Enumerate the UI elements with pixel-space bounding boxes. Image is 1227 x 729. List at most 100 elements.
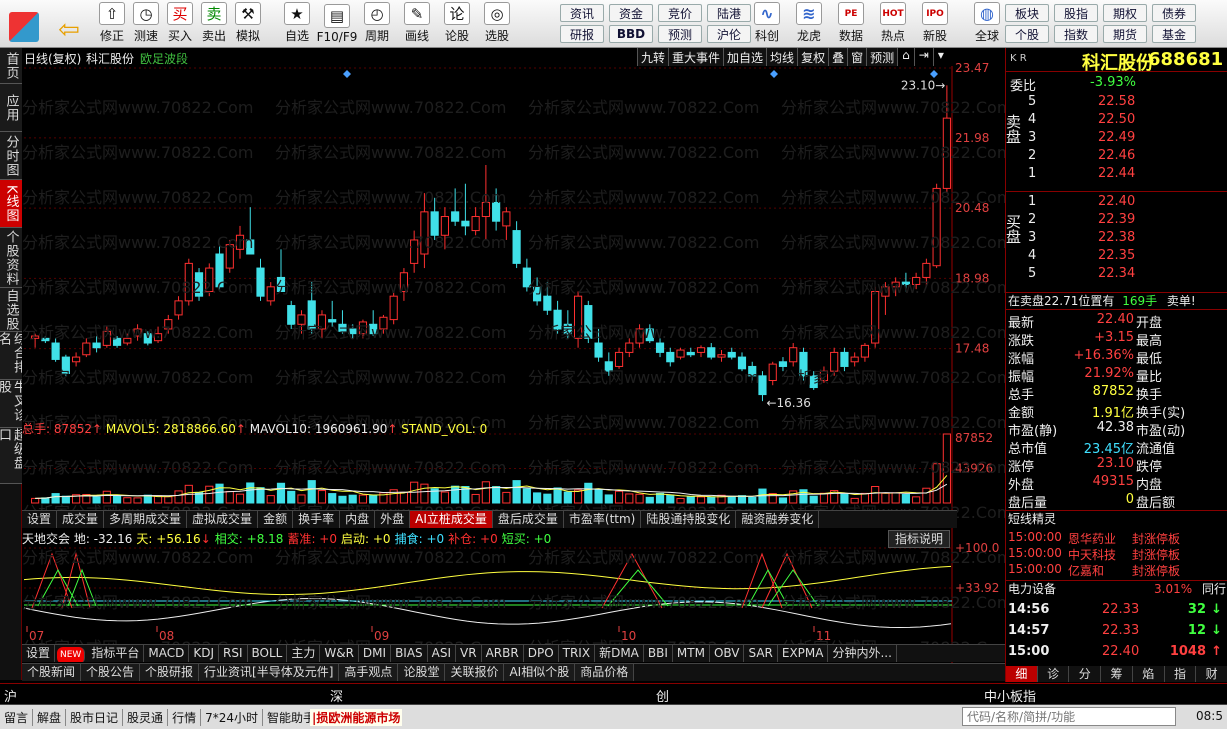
chart-button[interactable]: ∿ 科创 [748,2,786,46]
document-button[interactable]: ▤ F10/F9 [317,2,357,46]
indicator-tab[interactable]: BIAS [391,645,428,662]
news-tab[interactable]: 论股堂 [398,664,446,681]
bottom-link[interactable]: 股灵通 [123,709,169,726]
discuss-button[interactable]: 论论股 [438,2,476,46]
volume-tab[interactable]: 金额 [258,511,294,528]
indicator-tab[interactable]: W&R [320,645,359,662]
left-nav-item[interactable]: 应用 [0,84,22,132]
toolbar-small-button[interactable]: 资金 [609,4,653,22]
news-tab[interactable]: 行业资讯[半导体及元件] [199,664,340,681]
hammer-button[interactable]: ⚒ 模拟 [232,2,264,46]
indicator-tab[interactable]: VR [456,645,482,662]
period-button[interactable]: ◴ 周期 [358,2,396,46]
volume-tab[interactable]: 外盘 [375,511,411,528]
indicator-tab[interactable]: OBV [710,645,745,662]
buy-level[interactable]: 4 22.35 [1006,248,1227,266]
left-nav-item[interactable]: 分时图 [0,132,22,180]
indicator-tab[interactable]: TRIX [559,645,596,662]
left-nav-item[interactable]: 综合排名 [0,332,26,380]
event-marker-icon[interactable] [930,70,938,78]
sell-button[interactable]: 卖卖出 [198,2,230,46]
app-logo[interactable] [6,2,42,46]
indicator-tab[interactable]: ARBR [482,645,524,662]
toolbar-small-button[interactable]: 期货 [1103,25,1147,43]
indicator-tab[interactable]: 分钟内外... [828,645,897,662]
market-cy[interactable]: 创 [656,686,669,705]
buy-level[interactable]: 5 22.34 [1006,266,1227,284]
right-tab[interactable]: 诊 [1038,666,1070,682]
toolbar-small-button[interactable]: 资讯 [560,4,604,22]
search-input[interactable] [962,707,1176,726]
sell-level[interactable]: 1 22.44 [1006,166,1227,184]
ipo-button[interactable]: IPO 新股 [916,2,954,46]
bottom-link[interactable]: 行情 [168,709,202,726]
toolbar-small-button[interactable]: 期权 [1103,4,1147,22]
toolbar-small-button[interactable]: 板块 [1005,4,1049,22]
toolbar-small-button[interactable]: 基金 [1152,25,1196,43]
buy-level[interactable]: 3 22.38 [1006,230,1227,248]
sell-level[interactable]: 3 22.49 [1006,130,1227,148]
volume-tab[interactable]: 多周期成交量 [104,511,188,528]
news-tab[interactable]: 个股公告 [81,664,141,681]
news-tab[interactable]: AI相似个股 [504,664,576,681]
indicator-tab[interactable]: ASI [428,645,457,662]
toolbar-small-button[interactable]: BBD [609,25,653,43]
toolbar-small-button[interactable]: 股指 [1054,4,1098,22]
volume-tab[interactable]: 内盘 [340,511,376,528]
hot-button[interactable]: HOT 热点 [874,2,912,46]
globe-button[interactable]: ◍ 全球 [968,2,1006,46]
back-button[interactable]: ⇦ [54,2,84,46]
stock-picker-button[interactable]: ◎ 选股 [478,2,516,46]
volume-tab[interactable]: 融资融券变化 [736,511,820,528]
event-marker-icon[interactable] [770,70,778,78]
toolbar-small-button[interactable]: 沪伦 [707,25,751,43]
toolbar-small-button[interactable]: 个股 [1005,25,1049,43]
event-marker-icon[interactable] [343,70,351,78]
toolbar-small-button[interactable]: 竞价 [658,4,702,22]
toolbar-small-button[interactable]: 指数 [1054,25,1098,43]
indicator-tab[interactable]: KDJ [189,645,219,662]
indicator-tab[interactable]: DPO [524,645,559,662]
news-tab[interactable]: 个股研报 [140,664,200,681]
indicator-tab[interactable]: NEW [57,647,86,662]
board-index[interactable]: 中小板指 [984,686,1036,705]
left-nav-item[interactable]: K线图 [0,180,22,228]
toolbar-small-button[interactable]: 预测 [658,25,702,43]
sell-level[interactable]: 4 22.50 [1006,112,1227,130]
indicator-tab[interactable]: 新DMA [595,645,644,662]
left-nav-item[interactable]: 超级盘口 [0,428,26,484]
bottom-link[interactable]: 留言 [0,709,34,726]
market-sz[interactable]: 深 [330,686,343,705]
market-sh[interactable]: 沪 [4,686,17,705]
indicator-tab[interactable]: SAR [744,645,778,662]
news-tab[interactable]: 高手观点 [339,664,399,681]
volume-tab[interactable]: 盘后成交量 [493,511,564,528]
indicator-tab[interactable]: DMI [359,645,392,662]
news-tab[interactable]: 个股新闻 [22,664,82,681]
indicator-tab[interactable]: MTM [673,645,710,662]
toolbar-small-button[interactable]: 债券 [1152,4,1196,22]
left-nav-item[interactable]: 自选股 [0,288,22,332]
volume-tab[interactable]: 设置 [22,511,58,528]
left-nav-item[interactable]: 牛叉诊股 [0,380,26,428]
indicator-tab[interactable]: EXPMA [778,645,829,662]
left-nav-item[interactable]: 首页 [0,48,22,84]
news-ticker[interactable]: |损欧洲能源市场 [310,709,403,726]
pencil-button[interactable]: ✎ 画线 [398,2,436,46]
indicator-tab[interactable]: 主力 [287,645,321,662]
indicator-tab[interactable]: MACD [144,645,190,662]
right-tab[interactable]: 筹 [1101,666,1133,682]
bottom-link[interactable]: 股市日记 [66,709,124,726]
indicator-tab[interactable]: BBI [644,645,673,662]
up-arrow-button[interactable]: ⇧ 修正 [96,2,128,46]
indicator-tab[interactable]: RSI [219,645,248,662]
right-tab[interactable]: 焰 [1133,666,1165,682]
volume-tab[interactable]: 换手率 [293,511,341,528]
left-nav-item[interactable]: 个股资料 [0,228,22,288]
short-item[interactable]: 15:00:00 亿嘉和 封涨停板 [1006,562,1227,580]
buy-level[interactable]: 2 22.39 [1006,212,1227,230]
volume-tab[interactable]: AI立桩成交量 [410,511,493,528]
indicator-explain-button[interactable]: 指标说明 [888,530,951,548]
toolbar-small-button[interactable]: 陆港 [707,4,751,22]
right-tab[interactable]: 财 [1196,666,1227,682]
